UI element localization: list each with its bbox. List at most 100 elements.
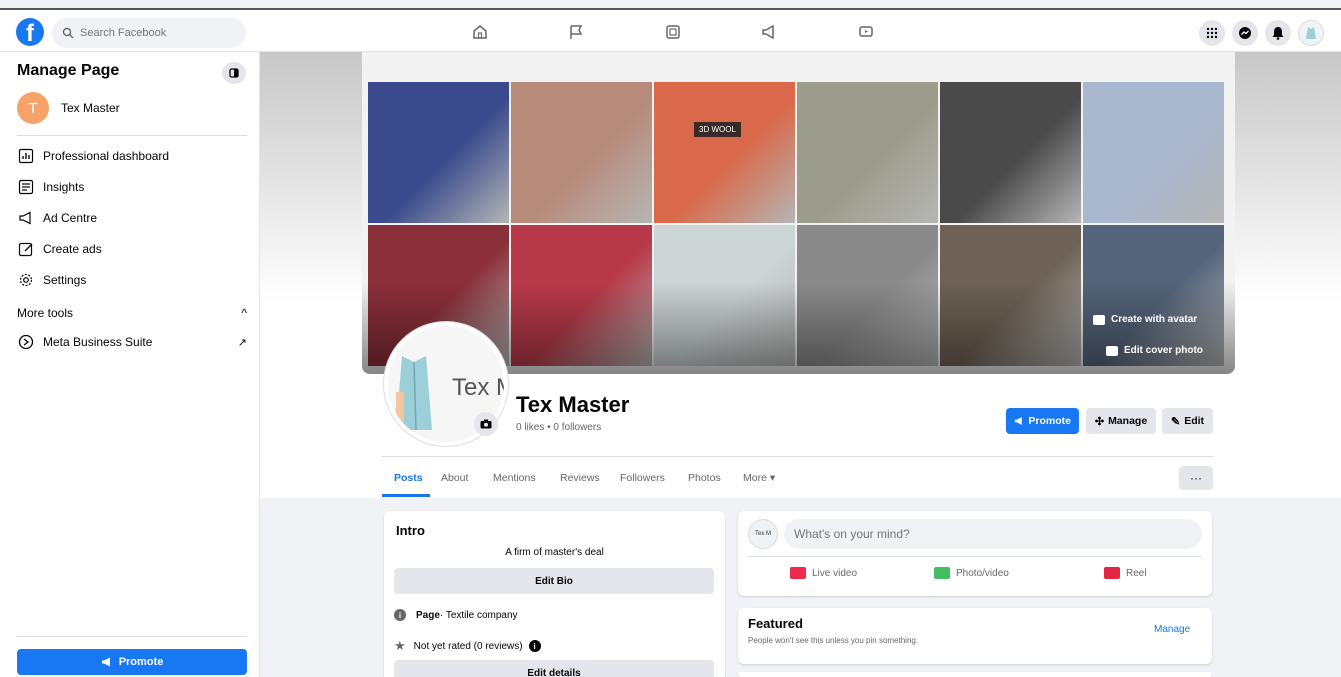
edit-cover-photo-label: Edit cover photo xyxy=(1124,345,1203,356)
facebook-logo[interactable]: f xyxy=(16,18,44,46)
edit-button[interactable]: ✎ Edit xyxy=(1162,408,1213,434)
pencil-icon: ✎ xyxy=(1170,415,1181,428)
photo-video-button[interactable]: Photo/video xyxy=(934,567,1009,579)
sidebar-item-label: Insights xyxy=(43,180,85,194)
intro-rating: ★ Not yet rated (0 reviews) i xyxy=(394,638,551,654)
update-profile-picture-button[interactable] xyxy=(474,412,498,436)
reel-label: Reel xyxy=(1126,567,1147,579)
create-with-avatar-button[interactable]: Create with avatar xyxy=(1093,314,1197,325)
photo-video-label: Photo/video xyxy=(956,567,1009,579)
tab-followers[interactable]: Followers xyxy=(620,472,665,484)
next-card xyxy=(738,672,1212,677)
external-link-icon: ↗ xyxy=(237,336,247,349)
notifications-icon[interactable] xyxy=(1265,20,1291,46)
flag-icon[interactable] xyxy=(566,22,586,42)
sidebar-item-label: Create ads xyxy=(43,242,102,256)
edit-bio-button[interactable]: Edit Bio xyxy=(394,568,714,594)
sidebar-promote-button[interactable]: Promote xyxy=(17,649,247,675)
tab-photos[interactable]: Photos xyxy=(688,472,721,484)
tab-posts[interactable]: Posts xyxy=(394,472,423,484)
cover-tile xyxy=(511,82,652,223)
gear-icon xyxy=(17,271,35,289)
sidebar-item-label: Professional dashboard xyxy=(43,149,170,163)
megaphone-icon xyxy=(101,657,110,667)
page-type-value: · Textile company xyxy=(439,609,518,621)
sidebar-item-meta-business-suite[interactable]: Meta Business Suite ↗ xyxy=(17,332,247,352)
messenger-icon[interactable] xyxy=(1232,20,1258,46)
sidebar-title: Manage Page xyxy=(17,62,120,79)
live-video-icon xyxy=(790,567,806,579)
edit-cover-photo-button[interactable]: Edit cover photo xyxy=(1106,345,1203,356)
page-type-label: Page xyxy=(416,609,440,621)
tab-more[interactable]: More ▾ xyxy=(743,472,775,484)
more-tools-toggle[interactable]: More tools ^ xyxy=(17,306,247,320)
intro-page-type: i Page · Textile company xyxy=(394,609,518,621)
sidebar-item-create-ads[interactable]: Create ads xyxy=(17,239,102,259)
live-video-button[interactable]: Live video xyxy=(790,567,857,579)
edit-details-button[interactable]: Edit details xyxy=(394,660,714,677)
profile-avatar[interactable] xyxy=(1298,20,1324,46)
insights-icon xyxy=(17,178,35,196)
whats-on-your-mind-input[interactable] xyxy=(784,519,1202,549)
info-icon[interactable]: i xyxy=(528,640,541,652)
video-icon[interactable] xyxy=(663,22,683,42)
featured-title: Featured xyxy=(748,616,803,631)
camera-icon xyxy=(480,419,492,429)
tab-mentions[interactable]: Mentions xyxy=(493,472,536,484)
camera-icon xyxy=(1106,345,1118,356)
sidebar-divider xyxy=(17,135,247,136)
sidebar-page-switcher[interactable]: T Tex Master xyxy=(17,92,120,124)
tabs-divider xyxy=(382,456,1213,457)
create-with-avatar-label: Create with avatar xyxy=(1111,314,1198,325)
sidebar-item-settings[interactable]: Settings xyxy=(17,270,86,290)
collapse-sidebar-icon[interactable] xyxy=(222,62,246,84)
manage-button[interactable]: ✣ Manage xyxy=(1086,408,1156,434)
sidebar-divider xyxy=(17,636,247,637)
cover-tile xyxy=(940,82,1081,223)
sidebar-item-insights[interactable]: Insights xyxy=(17,177,84,197)
sidebar-item-professional-dashboard[interactable]: Professional dashboard xyxy=(17,146,169,166)
live-video-label: Live video xyxy=(812,567,858,579)
edit-icon xyxy=(17,240,35,258)
featured-manage-link[interactable]: Manage xyxy=(1154,624,1190,635)
tab-about[interactable]: About xyxy=(441,472,468,484)
featured-subtitle: People won't see this unless you pin som… xyxy=(748,636,919,645)
meta-business-suite-icon xyxy=(17,333,35,351)
page-avatar: T xyxy=(17,92,49,124)
sidebar-item-label: Ad Centre xyxy=(43,211,98,225)
menu-grid-icon[interactable] xyxy=(1199,20,1225,46)
gaming-icon[interactable] xyxy=(856,22,876,42)
chevron-up-icon: ^ xyxy=(241,306,247,320)
cover-tile: 3D WOOL xyxy=(654,82,795,223)
jacket-illustration xyxy=(396,356,432,431)
search-input[interactable] xyxy=(80,27,230,39)
cover-tile xyxy=(1083,82,1224,223)
sidebar-item-label: Settings xyxy=(43,273,87,287)
cover-tile xyxy=(797,82,938,223)
composer-avatar[interactable]: Tex M xyxy=(748,519,778,549)
manage-page-sidebar: Manage Page T Tex Master Professional da… xyxy=(0,52,260,677)
active-tab-indicator xyxy=(382,494,430,497)
tab-reviews[interactable]: Reviews xyxy=(560,472,600,484)
sidebar-page-name: Tex Master xyxy=(61,101,120,115)
cover-tile xyxy=(368,82,509,223)
intro-card: Intro A firm of master's deal Edit Bio i… xyxy=(384,511,725,677)
star-icon: ★ xyxy=(394,638,406,653)
post-composer: Tex M Live video Photo/video Reel xyxy=(738,511,1212,596)
intro-bio: A firm of master's deal xyxy=(505,547,604,558)
sidebar-item-ad-centre[interactable]: Ad Centre xyxy=(17,208,97,228)
megaphone-icon[interactable] xyxy=(759,22,779,42)
more-options-button[interactable]: ··· xyxy=(1179,466,1213,490)
top-navigation-bar: f xyxy=(0,8,1341,52)
featured-card: Featured People won't see this unless yo… xyxy=(738,608,1212,664)
search-box[interactable] xyxy=(52,18,246,48)
megaphone-icon xyxy=(17,209,35,227)
edit-label: Edit xyxy=(1184,415,1205,427)
home-icon[interactable] xyxy=(470,22,490,42)
sidebar-item-label: Meta Business Suite xyxy=(43,335,153,349)
search-icon xyxy=(62,27,74,39)
page-stats[interactable]: 0 likes • 0 followers xyxy=(516,422,601,433)
dashboard-icon xyxy=(17,147,35,165)
reel-button[interactable]: Reel xyxy=(1104,567,1147,579)
promote-button[interactable]: Promote xyxy=(1006,408,1079,434)
